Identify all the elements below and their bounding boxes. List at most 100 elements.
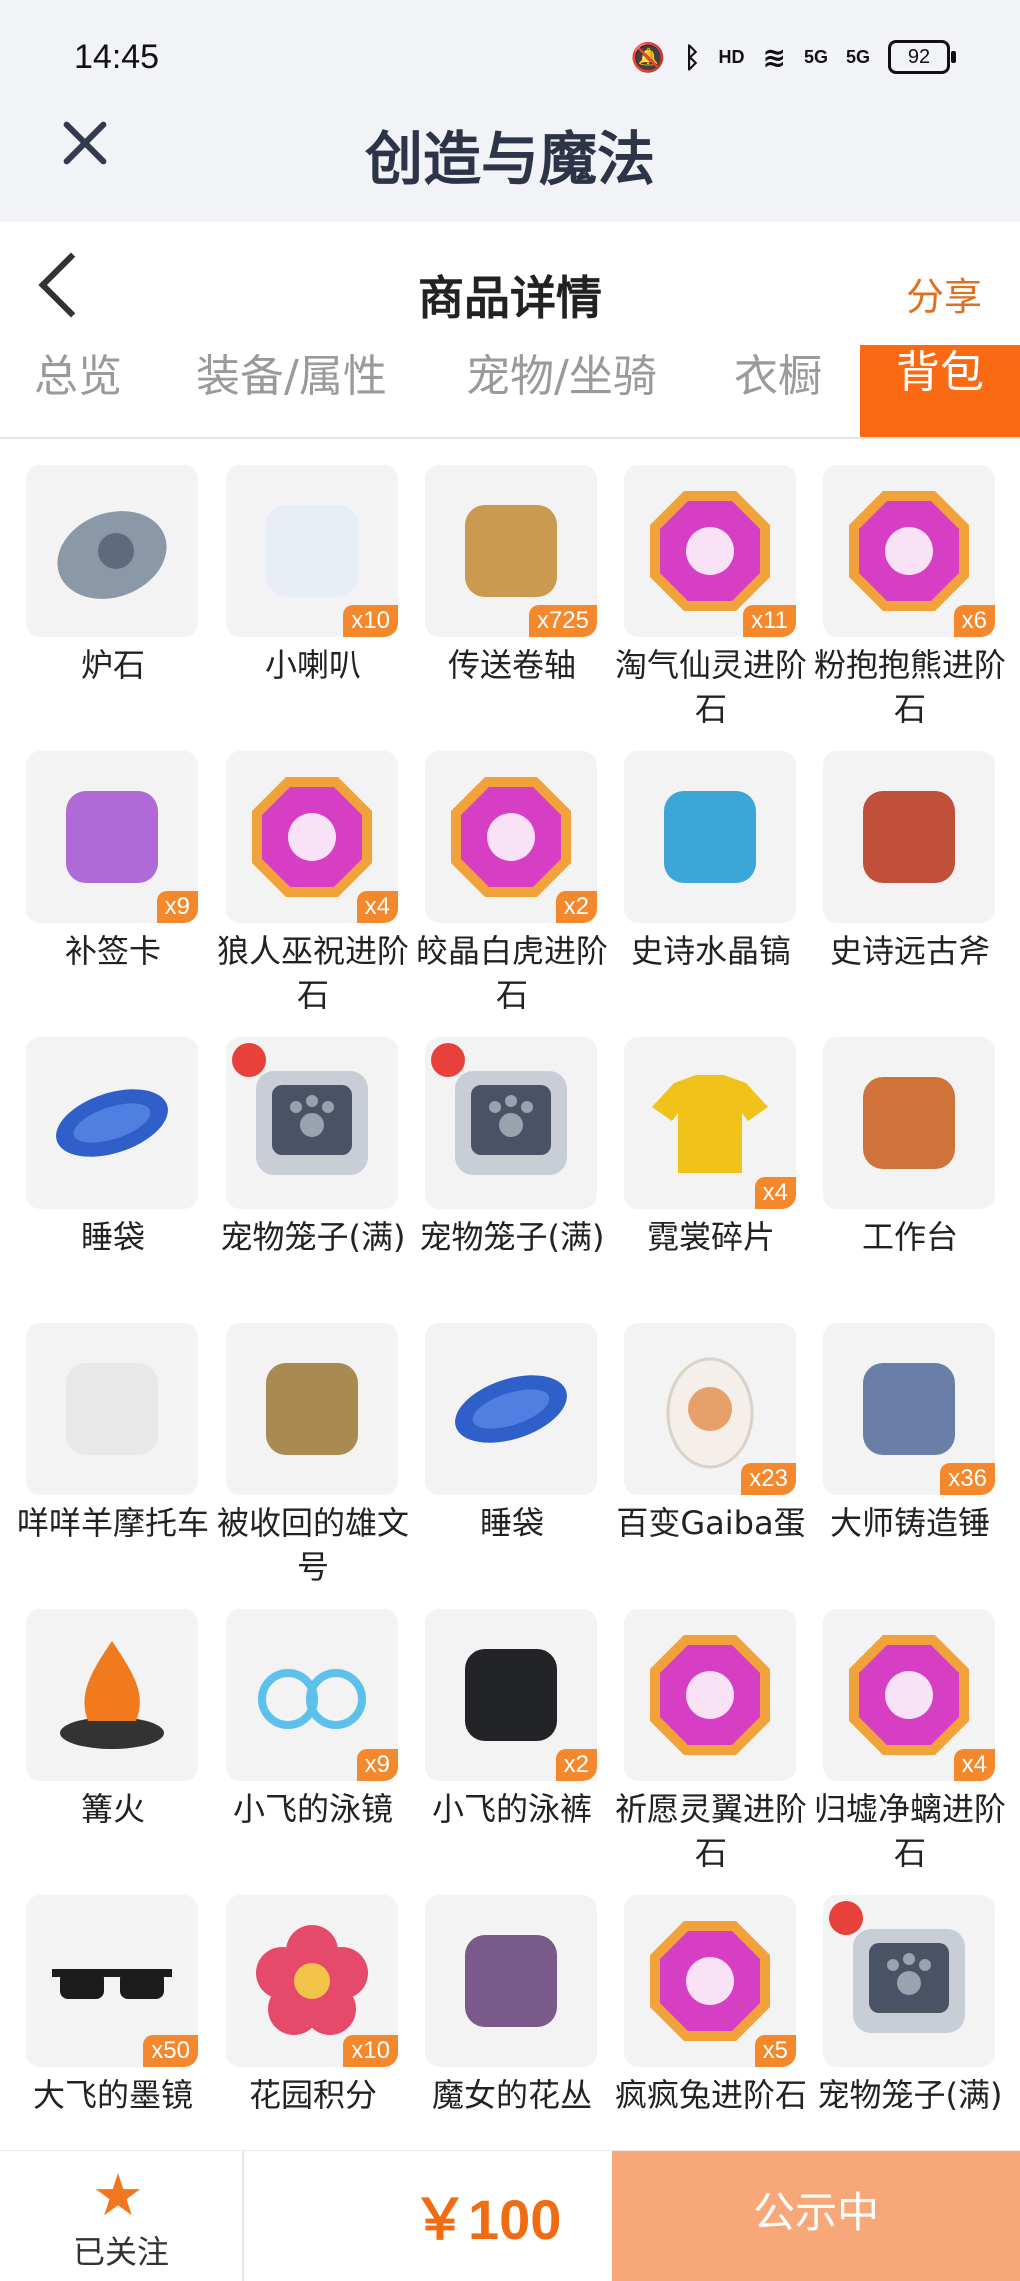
item-thumbnail bbox=[425, 1037, 597, 1209]
tab-wardrobe[interactable]: 衣橱 bbox=[734, 345, 822, 437]
item-card[interactable]: 工作台 bbox=[823, 1037, 1020, 1307]
item-card[interactable]: 史诗水晶镐 bbox=[624, 751, 822, 1021]
item-count-badge: x9 bbox=[156, 891, 198, 923]
battery-icon: 92 bbox=[888, 40, 956, 74]
item-thumbnail bbox=[624, 1609, 796, 1781]
item-card[interactable]: x2 皎晶白虎进阶石 bbox=[416, 751, 623, 1021]
item-card[interactable]: x5 疯疯兔进阶石 bbox=[615, 1895, 822, 2149]
gem-icon bbox=[445, 771, 577, 903]
item-name: 史诗水晶镐 bbox=[630, 932, 791, 970]
item-card[interactable]: 睡袋 bbox=[26, 1037, 224, 1307]
item-count-badge: x725 bbox=[528, 605, 597, 637]
item-card[interactable]: x6 粉抱抱熊进阶石 bbox=[814, 465, 1020, 735]
item-card[interactable]: x4 霓裳碎片 bbox=[624, 1037, 822, 1307]
item-card[interactable]: x2 小飞的泳裤 bbox=[425, 1609, 623, 1879]
item-count-badge: x4 bbox=[356, 891, 398, 923]
item-thumbnail bbox=[226, 1323, 398, 1495]
bluetooth-icon: ᛒ bbox=[683, 40, 701, 74]
item-name: 炉石 bbox=[80, 646, 145, 684]
item-card[interactable]: 咩咩羊摩托车 bbox=[17, 1323, 224, 1593]
pet-cage-icon bbox=[246, 1057, 378, 1189]
tab-backpack[interactable]: 背包 bbox=[860, 345, 1020, 437]
shirt-icon bbox=[644, 1057, 776, 1189]
status-icons: 🔕 ᛒ HD ≋ 5G 5G 92 bbox=[630, 40, 956, 74]
status-time: 14:45 bbox=[74, 38, 160, 76]
item-name: 粉抱抱熊进阶石 bbox=[813, 646, 1006, 728]
hammer-icon bbox=[843, 1343, 975, 1475]
item-thumbnail bbox=[26, 1323, 198, 1495]
item-thumbnail: x36 bbox=[823, 1323, 995, 1495]
flower-icon bbox=[246, 1915, 378, 2047]
item-name: 睡袋 bbox=[80, 1218, 145, 1256]
item-thumbnail bbox=[26, 1609, 198, 1781]
scroll-icon bbox=[445, 485, 577, 617]
tab-equipment[interactable]: 装备/属性 bbox=[196, 345, 387, 437]
item-name: 篝火 bbox=[80, 1790, 145, 1828]
item-card[interactable]: 篝火 bbox=[26, 1609, 224, 1879]
gem-icon bbox=[644, 1629, 776, 1761]
item-card[interactable]: 宠物笼子(满) bbox=[818, 1895, 1020, 2149]
item-card[interactable]: x725 传送卷轴 bbox=[425, 465, 623, 735]
page-title: 商品详情 bbox=[418, 271, 602, 325]
tab-overview[interactable]: 总览 bbox=[34, 345, 122, 437]
item-name: 小飞的泳镜 bbox=[232, 1790, 393, 1828]
item-card[interactable]: x23 百变Gaiba蛋 bbox=[616, 1323, 822, 1593]
item-card[interactable]: x4 狼人巫祝进阶石 bbox=[217, 751, 424, 1021]
item-card[interactable]: 史诗远古斧 bbox=[823, 751, 1020, 1021]
publicity-status-button[interactable]: 公示中 bbox=[612, 2151, 1020, 2281]
item-thumbnail: x4 bbox=[624, 1037, 796, 1209]
item-card[interactable]: x11 淘气仙灵进阶石 bbox=[615, 465, 822, 735]
item-count-badge: x9 bbox=[356, 1749, 398, 1781]
item-card[interactable]: 睡袋 bbox=[425, 1323, 623, 1593]
item-card[interactable]: 宠物笼子(满) bbox=[221, 1037, 424, 1307]
item-card[interactable]: 祈愿灵翼进阶石 bbox=[615, 1609, 822, 1879]
follow-button[interactable]: ★ 已关注 bbox=[0, 2151, 244, 2281]
tab-bar: 总览 装备/属性 宠物/坐骑 衣橱 背包 bbox=[0, 345, 1020, 439]
item-thumbnail bbox=[425, 1895, 597, 2067]
item-thumbnail: x725 bbox=[425, 465, 597, 637]
item-thumbnail bbox=[823, 1037, 995, 1209]
item-thumbnail: x6 bbox=[823, 465, 995, 637]
item-card[interactable]: x10 小喇叭 bbox=[226, 465, 424, 735]
egg-icon bbox=[644, 1343, 776, 1475]
item-count-badge: x4 bbox=[953, 1749, 995, 1781]
share-button[interactable]: 分享 bbox=[906, 266, 982, 321]
item-name: 祈愿灵翼进阶石 bbox=[614, 1790, 807, 1872]
gem-icon bbox=[843, 1629, 975, 1761]
item-card[interactable]: x4 归墟净螭进阶石 bbox=[814, 1609, 1020, 1879]
swim-trunks-icon bbox=[445, 1629, 577, 1761]
item-name: 补签卡 bbox=[64, 932, 161, 970]
paw-mark-icon bbox=[431, 1043, 465, 1077]
item-name: 大师铸造锤 bbox=[829, 1504, 990, 1542]
item-thumbnail: x10 bbox=[226, 1895, 398, 2067]
item-card[interactable]: 炉石 bbox=[26, 465, 224, 735]
star-icon: ★ bbox=[92, 2161, 144, 2229]
item-card[interactable]: 被收回的雄文号 bbox=[217, 1323, 424, 1593]
tab-pets[interactable]: 宠物/坐骑 bbox=[466, 345, 657, 437]
signal-5g-icon: 5G bbox=[803, 46, 828, 67]
item-card[interactable]: x10 花园积分 bbox=[226, 1895, 424, 2149]
item-thumbnail: x2 bbox=[425, 751, 597, 923]
top-area: 14:45 🔕 ᛒ HD ≋ 5G 5G 92 创造与魔法 bbox=[0, 0, 1020, 222]
item-card[interactable]: 宠物笼子(满) bbox=[420, 1037, 623, 1307]
ticket-icon bbox=[46, 771, 178, 903]
item-card[interactable]: x50 大飞的墨镜 bbox=[26, 1895, 224, 2149]
mute-icon: 🔕 bbox=[630, 40, 666, 74]
bottom-bar: ★ 已关注 ￥100 公示中 bbox=[0, 2150, 1020, 2281]
item-count-badge: x4 bbox=[754, 1177, 796, 1209]
pet-cage-icon bbox=[843, 1915, 975, 2047]
item-count-badge: x36 bbox=[940, 1463, 995, 1495]
item-thumbnail bbox=[823, 1895, 995, 2067]
item-thumbnail: x9 bbox=[226, 1609, 398, 1781]
item-card[interactable]: x36 大师铸造锤 bbox=[823, 1323, 1020, 1593]
item-card[interactable]: x9 小飞的泳镜 bbox=[226, 1609, 424, 1879]
item-card[interactable]: x9 补签卡 bbox=[26, 751, 224, 1021]
item-thumbnail bbox=[624, 751, 796, 923]
item-name: 睡袋 bbox=[479, 1504, 544, 1542]
item-thumbnail: x2 bbox=[425, 1609, 597, 1781]
goggles-icon bbox=[246, 1629, 378, 1761]
item-count-badge: x23 bbox=[741, 1463, 796, 1495]
item-thumbnail: x23 bbox=[624, 1323, 796, 1495]
item-card[interactable]: 魔女的花丛 bbox=[425, 1895, 623, 2149]
workbench-icon bbox=[843, 1057, 975, 1189]
